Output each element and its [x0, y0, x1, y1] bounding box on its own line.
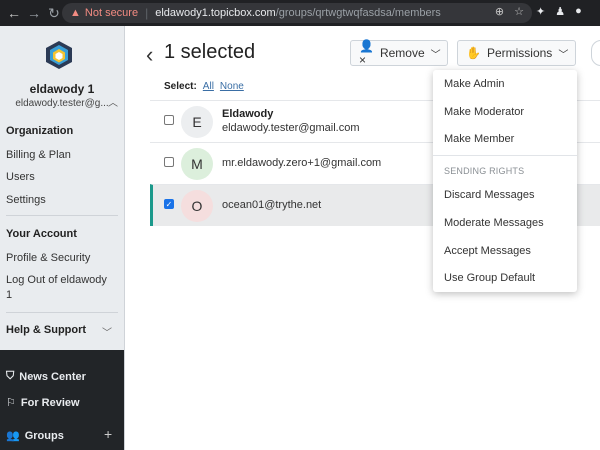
sidebar-item-groups[interactable]: 👥 Groups	[6, 429, 64, 443]
your-account-heading: Your Account	[6, 228, 77, 240]
groups-icon: 👥	[6, 430, 20, 442]
url-path: /groups/qrtwgtwqfasdsa/members	[275, 7, 441, 19]
menu-item-make-moderator[interactable]: Make Moderator	[444, 106, 524, 118]
menu-item-accept-messages[interactable]: Accept Messages	[444, 245, 531, 257]
account-email: eldawody.tester@g...	[15, 98, 109, 109]
member-checkbox[interactable]: ✓	[164, 199, 174, 209]
for-review-label: For Review	[20, 396, 80, 409]
member-name: Eldawody	[222, 108, 274, 120]
more-button[interactable]	[591, 40, 600, 66]
menu-item-make-member[interactable]: Make Member	[444, 133, 514, 145]
menu-item-moderate-messages[interactable]: Moderate Messages	[444, 217, 544, 229]
sidebar-item-billing[interactable]: Billing & Plan	[6, 148, 118, 163]
select-all-link[interactable]: All	[203, 81, 214, 92]
sidebar-item-logout[interactable]: Log Out of eldawody 1	[6, 273, 114, 303]
permissions-menu: Make Admin Make Moderator Make Member SE…	[433, 70, 577, 292]
sidebar-divider	[6, 215, 118, 216]
remove-button[interactable]: 👤× Remove ﹀	[350, 39, 448, 67]
chevron-down-icon: ﹀	[558, 49, 569, 61]
menu-item-use-group-default[interactable]: Use Group Default	[444, 272, 535, 284]
profile-badge-icon[interactable]: ♟	[555, 5, 565, 18]
sidebar-item-settings[interactable]: Settings	[6, 193, 118, 208]
permissions-button[interactable]: ✋ Permissions ﹀	[457, 40, 576, 66]
select-none-link[interactable]: None	[220, 81, 244, 92]
bookmark-star-icon[interactable]: ☆	[514, 5, 524, 18]
member-email: eldawody.tester@gmail.com	[222, 122, 360, 134]
not-secure-label: Not secure	[84, 7, 139, 19]
page-title: 1 selected	[164, 41, 256, 63]
select-label: Select:	[164, 81, 197, 92]
news-shield-icon: ⛉	[6, 370, 15, 382]
forward-arrow-icon[interactable]: →	[24, 5, 44, 21]
extensions-icon[interactable]: ✦	[536, 5, 545, 18]
sending-rights-heading: SENDING RIGHTS	[444, 166, 525, 176]
member-email: mr.eldawody.zero+1@gmail.com	[222, 157, 382, 169]
account-icon[interactable]: ●	[575, 5, 582, 18]
help-support-heading[interactable]: Help & Support	[6, 324, 86, 336]
zoom-icon[interactable]: ⊕	[495, 5, 504, 18]
add-group-icon[interactable]: +	[104, 426, 112, 442]
member-checkbox[interactable]	[164, 115, 174, 125]
account-name: eldawody 1	[29, 82, 95, 96]
avatar: M	[181, 148, 213, 180]
sidebar-item-profile[interactable]: Profile & Security	[6, 251, 118, 266]
menu-item-discard-messages[interactable]: Discard Messages	[444, 189, 534, 201]
sidebar-item-for-review[interactable]: ⚐ For Review	[6, 396, 80, 410]
back-arrow-icon[interactable]: ←	[4, 5, 24, 21]
news-center-label: News Center	[19, 370, 86, 383]
groups-label: Groups	[24, 429, 64, 442]
permissions-label: Permissions	[486, 46, 553, 60]
reload-icon[interactable]: ↻	[44, 5, 64, 22]
chevron-down-icon[interactable]: ﹀	[102, 324, 112, 339]
avatar: O	[181, 190, 213, 222]
url-separator: |	[145, 6, 149, 20]
chevron-down-icon: ﹀	[430, 49, 441, 61]
menu-item-make-admin[interactable]: Make Admin	[444, 78, 505, 90]
topicbox-logo-icon[interactable]	[44, 40, 74, 70]
account-switcher[interactable]: eldawody 1 eldawody.tester@g... ︿	[0, 76, 124, 120]
menu-divider	[433, 155, 577, 156]
select-controls: Select: All None	[164, 81, 244, 92]
avatar: E	[181, 106, 213, 138]
sidebar-item-users[interactable]: Users	[6, 170, 118, 185]
back-chevron-icon[interactable]: ‹	[146, 42, 153, 68]
member-checkbox[interactable]	[164, 157, 174, 167]
flag-icon: ⚐	[6, 397, 16, 409]
remove-label: Remove	[379, 46, 425, 60]
permissions-hand-icon: ✋	[466, 46, 481, 60]
sidebar-item-news-center[interactable]: ⛉ News Center	[6, 370, 86, 383]
sidebar-divider	[6, 312, 118, 313]
organization-heading: Organization	[6, 125, 74, 137]
address-bar[interactable]: ▲ Not secure | eldawody1.topicbox.com /g…	[62, 3, 532, 23]
chevron-up-icon[interactable]: ︿	[108, 94, 118, 109]
url-host: eldawody1.topicbox.com	[155, 7, 276, 19]
member-email: ocean01@trythe.net	[222, 199, 322, 211]
warning-icon: ▲	[70, 7, 81, 19]
browser-toolbar: ← → ↻ ▲ Not secure | eldawody1.topicbox.…	[0, 0, 600, 26]
remove-user-icon: 👤×	[359, 39, 374, 67]
